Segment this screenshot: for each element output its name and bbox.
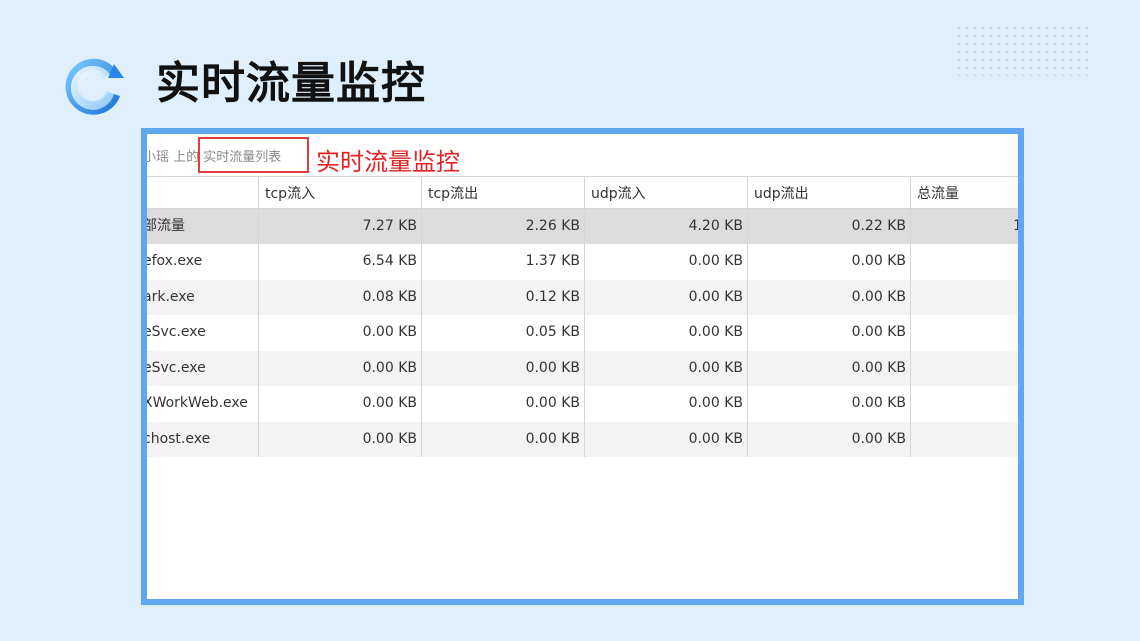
process-name: chost.exe xyxy=(147,430,211,447)
udp-in-value: 0.00 KB xyxy=(585,386,748,422)
udp-out-value: 0.00 KB xyxy=(748,421,911,457)
total-value xyxy=(911,244,1018,280)
tcp-out-value: 0.00 KB xyxy=(422,350,585,386)
table-row[interactable]: XWorkWeb.exe 0.00 KB 0.00 KB 0.00 KB 0.0… xyxy=(147,386,1018,422)
table-row[interactable]: eSvc.exe 0.00 KB 0.00 KB 0.00 KB 0.00 KB xyxy=(147,350,1018,387)
table-row-total[interactable]: 部流量 7.27 KB 2.26 KB 4.20 KB 0.22 KB 1 xyxy=(147,209,1018,244)
udp-in-value: 0.00 KB xyxy=(585,421,748,457)
tcp-out-value: 0.00 KB xyxy=(422,386,585,422)
process-name: ark.exe xyxy=(147,288,195,305)
total-value: 1 xyxy=(911,209,1018,244)
highlight-box xyxy=(198,137,309,173)
column-header-tcp-out[interactable]: tcp流出 xyxy=(422,177,585,208)
column-header-udp-in[interactable]: udp流入 xyxy=(585,177,748,208)
column-header-name[interactable] xyxy=(147,177,259,208)
circular-arrow-logo-icon xyxy=(65,58,124,115)
tcp-out-value: 1.37 KB xyxy=(422,244,585,280)
tcp-out-value: 0.00 KB xyxy=(422,421,585,457)
process-name: eSvc.exe xyxy=(147,359,206,376)
process-name: eSvc.exe xyxy=(147,324,206,340)
udp-out-value: 0.22 KB xyxy=(748,209,911,244)
tcp-in-value: 6.54 KB xyxy=(259,244,422,280)
tcp-in-value: 0.00 KB xyxy=(259,350,422,386)
page-title: 实时流量监控 xyxy=(156,58,426,109)
column-header-udp-out[interactable]: udp流出 xyxy=(748,177,911,208)
column-header-total[interactable]: 总流量 xyxy=(911,177,1018,208)
udp-out-value: 0.00 KB xyxy=(748,279,911,315)
total-value xyxy=(911,386,1018,422)
tcp-in-value: 0.08 KB xyxy=(259,279,422,315)
table-row[interactable]: eSvc.exe 0.00 KB 0.05 KB 0.00 KB 0.00 KB xyxy=(147,315,1018,351)
tcp-in-value: 0.00 KB xyxy=(259,315,422,351)
udp-in-value: 0.00 KB xyxy=(585,279,748,315)
process-name: 部流量 xyxy=(147,218,185,234)
udp-out-value: 0.00 KB xyxy=(748,315,911,351)
total-value xyxy=(911,422,1018,458)
udp-out-value: 0.00 KB xyxy=(748,386,911,422)
total-value xyxy=(911,351,1018,387)
process-name: efox.exe xyxy=(147,253,203,269)
tcp-out-value: 0.05 KB xyxy=(422,315,585,351)
tcp-in-value: 7.27 KB xyxy=(259,209,422,244)
tcp-in-value: 0.00 KB xyxy=(259,386,422,422)
udp-out-value: 0.00 KB xyxy=(748,350,911,386)
table-row[interactable]: ark.exe 0.08 KB 0.12 KB 0.00 KB 0.00 KB xyxy=(147,279,1018,316)
annotation-label: 实时流量监控 xyxy=(316,148,460,176)
column-header-tcp-in[interactable]: tcp流入 xyxy=(259,177,422,208)
table-row[interactable]: chost.exe 0.00 KB 0.00 KB 0.00 KB 0.00 K… xyxy=(147,421,1018,458)
udp-out-value: 0.00 KB xyxy=(748,244,911,280)
traffic-table: tcp流入 tcp流出 udp流入 udp流出 总流量 部流量 7.27 KB … xyxy=(147,176,1018,457)
dot-pattern-decoration xyxy=(955,24,1091,76)
tcp-in-value: 0.00 KB xyxy=(259,421,422,457)
table-header: tcp流入 tcp流出 udp流入 udp流出 总流量 xyxy=(147,176,1018,209)
total-value xyxy=(911,280,1018,316)
tcp-out-value: 2.26 KB xyxy=(422,209,585,244)
udp-in-value: 4.20 KB xyxy=(585,209,748,244)
process-name: XWorkWeb.exe xyxy=(147,395,248,411)
udp-in-value: 0.00 KB xyxy=(585,244,748,280)
udp-in-value: 0.00 KB xyxy=(585,350,748,386)
tcp-out-value: 0.12 KB xyxy=(422,279,585,315)
table-row[interactable]: efox.exe 6.54 KB 1.37 KB 0.00 KB 0.00 KB xyxy=(147,244,1018,280)
screenshot-frame: 小瑶 上的 实时流量列表 实时流量监控 tcp流入 tcp流出 udp流入 ud… xyxy=(141,128,1024,605)
udp-in-value: 0.00 KB xyxy=(585,315,748,351)
total-value xyxy=(911,315,1018,351)
